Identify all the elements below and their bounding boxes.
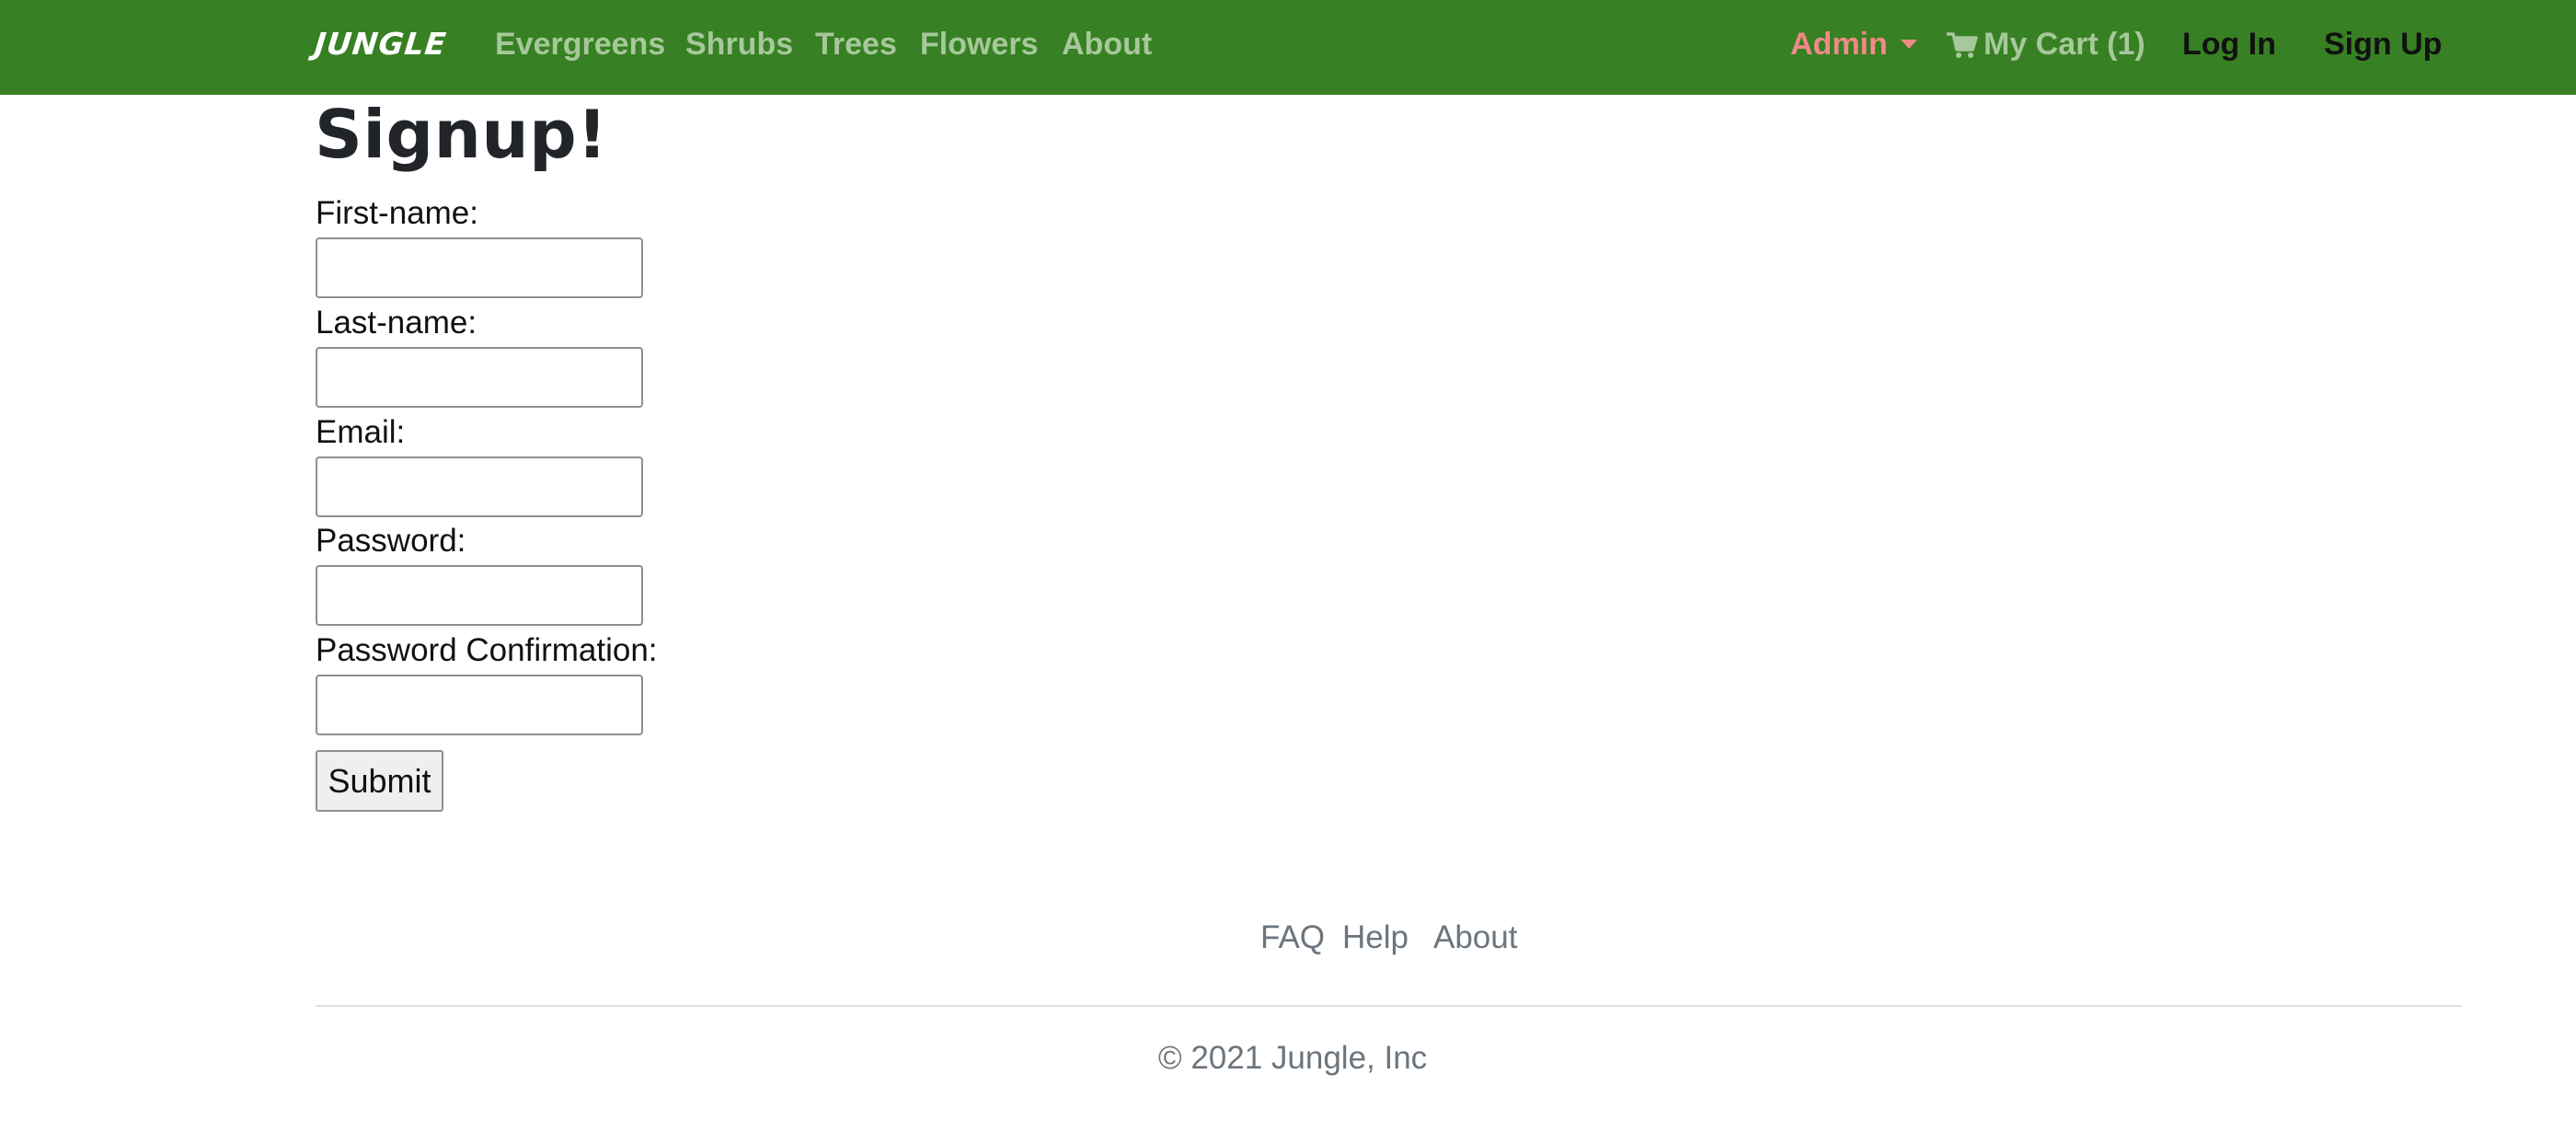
password-label: Password: [316,523,466,559]
footer-link-faq[interactable]: FAQ [1260,917,1325,959]
last-name-label: Last-name: [316,305,477,341]
first-name-label: First-name: [316,195,478,231]
top-navbar: JUNGLE Evergreens Shrubs Trees Flowers A… [0,0,2576,95]
footer-link-about[interactable]: About [1433,917,1517,959]
password-confirmation-input[interactable] [316,675,643,735]
brand-logo[interactable]: JUNGLE [313,24,449,64]
first-name-input[interactable] [316,237,643,298]
nav-link-trees[interactable]: Trees [815,20,897,68]
password-input[interactable] [316,565,643,626]
caret-down-icon[interactable] [1901,40,1917,49]
nav-link-about[interactable]: About [1062,20,1152,68]
signup-link[interactable]: Sign Up [2324,20,2442,68]
email-input[interactable] [316,456,643,517]
shopping-cart-icon[interactable] [1946,31,1978,59]
nav-link-evergreens[interactable]: Evergreens [495,20,665,68]
footer-link-help[interactable]: Help [1342,917,1409,959]
login-link[interactable]: Log In [2182,20,2276,68]
page-title: Signup! [315,96,608,173]
email-label: Email: [316,414,406,450]
password-confirmation-label: Password Confirmation: [316,632,658,668]
nav-link-shrubs[interactable]: Shrubs [685,20,793,68]
nav-link-flowers[interactable]: Flowers [920,20,1038,68]
admin-dropdown-toggle[interactable]: Admin [1790,20,1888,68]
last-name-input[interactable] [316,347,643,408]
footer-divider [316,1005,2462,1007]
copyright-text: © 2021 Jungle, Inc [1157,1040,1428,1076]
submit-button[interactable]: Submit [316,750,443,812]
my-cart-link[interactable]: My Cart (1) [1984,20,2145,68]
